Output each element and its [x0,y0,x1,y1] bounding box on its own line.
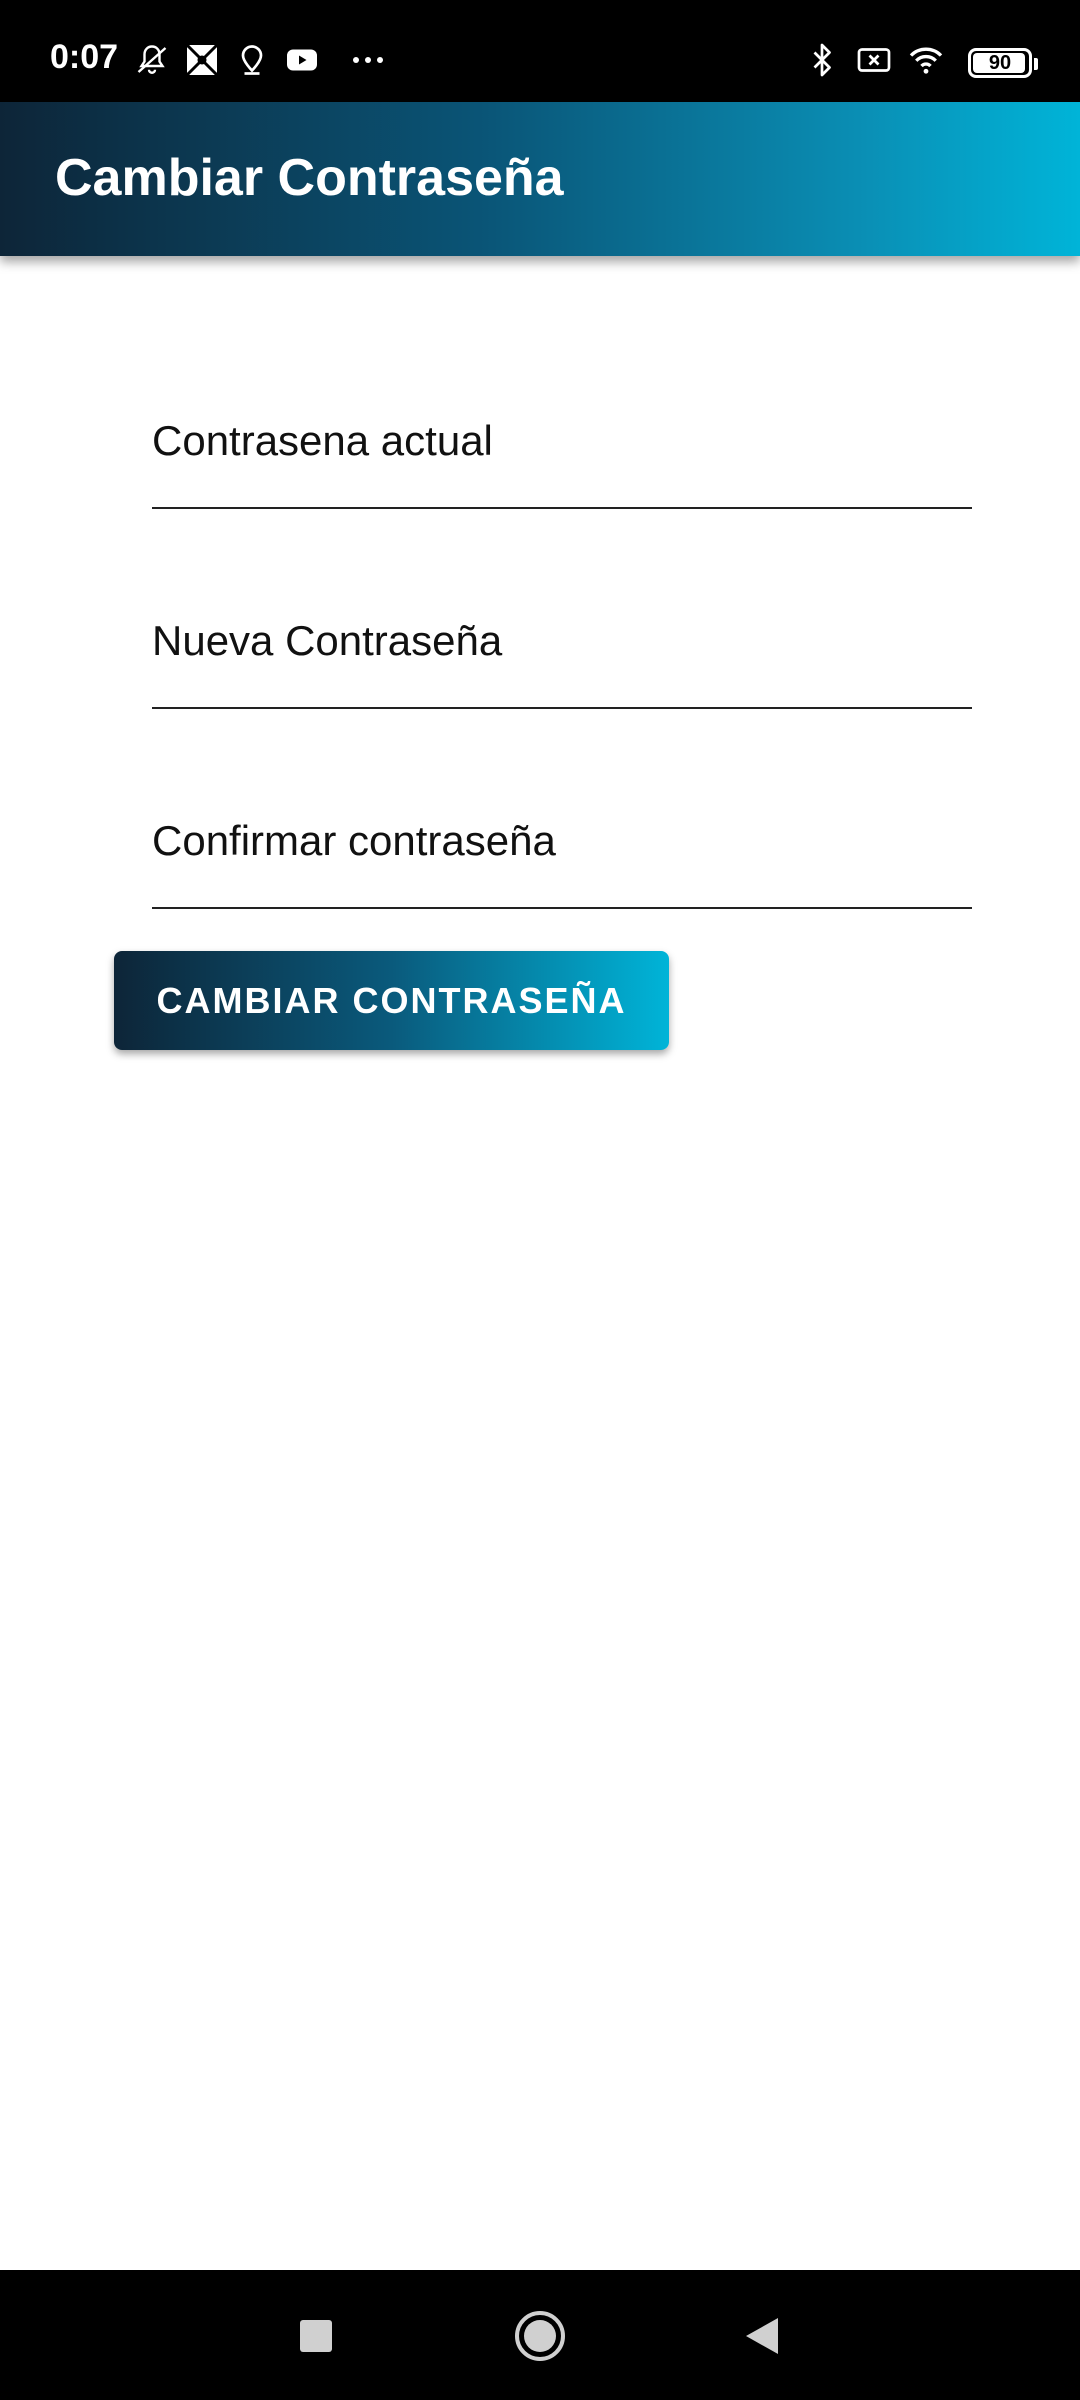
back-triangle-icon[interactable] [734,2308,790,2364]
no-sim-icon [856,42,892,78]
navigation-bar [0,2270,1080,2400]
status-time: 0:07 [50,38,119,76]
more-dots-icon [350,42,386,78]
new-password-field [152,597,972,709]
youtube-icon [284,42,320,78]
location-pin-icon [234,42,270,78]
status-bar: 0:07 90 [0,0,1080,102]
battery-level-text: 90 [988,52,1012,74]
current-password-input[interactable] [152,417,972,465]
confirm-password-field [152,797,972,909]
recents-square-icon[interactable] [288,2308,344,2364]
confirm-password-input[interactable] [152,817,972,865]
change-password-screen: 0:07 90 Cambiar Contraseña CAMBIAR CONTR… [0,0,1080,2400]
notifications-off-icon [134,42,170,78]
home-circle-icon[interactable] [512,2308,568,2364]
change-password-button[interactable]: CAMBIAR CONTRASEÑA [114,951,669,1050]
new-password-input[interactable] [152,617,972,665]
wifi-icon [908,42,944,78]
page-title: Cambiar Contraseña [55,149,564,207]
battery-icon: 90 [968,48,1038,78]
app-bar: Cambiar Contraseña [0,102,1080,256]
bluetooth-icon [804,42,840,78]
current-password-field [152,397,972,509]
photo-app-icon [184,42,220,78]
